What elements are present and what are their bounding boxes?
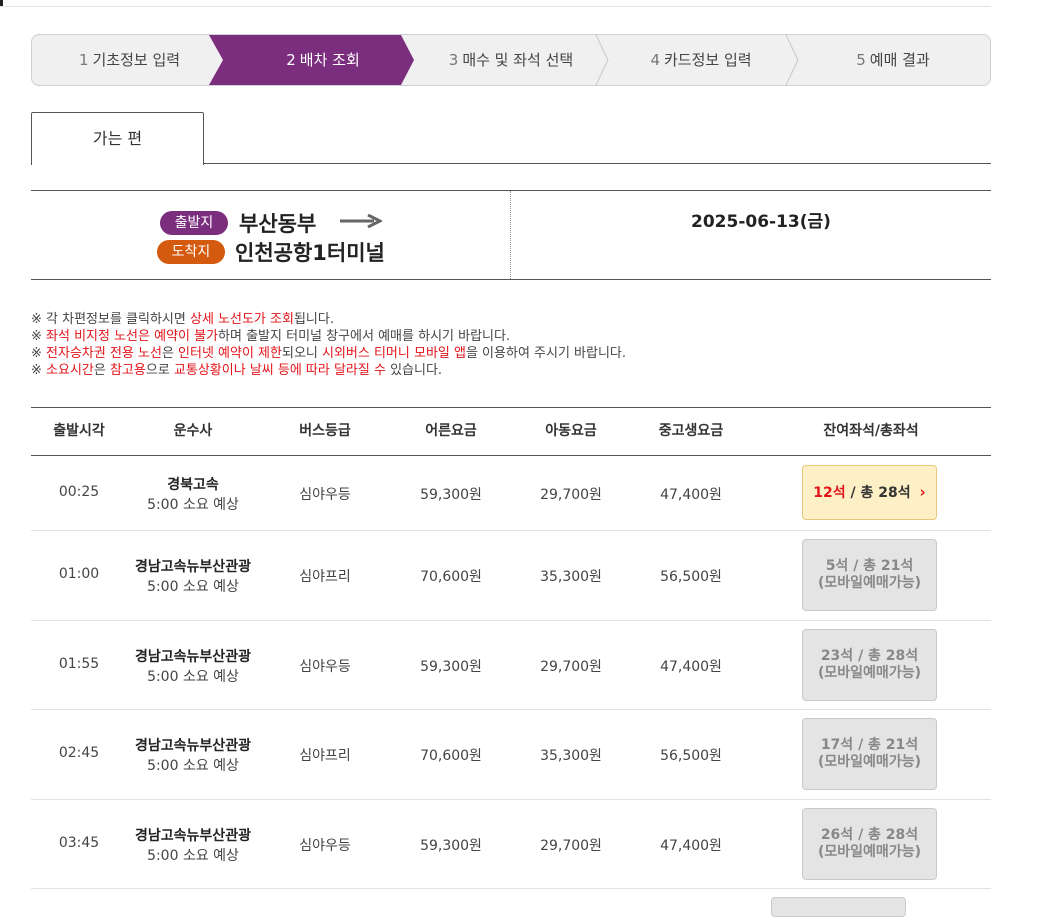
- company-name: 경남고속뉴부산관광: [135, 559, 251, 575]
- total-seats: / 총 28석: [858, 647, 919, 664]
- notice-line: ※ 소요시간은 참고용으로 교통상황이나 날씨 등에 따라 달라질 수 있습니다…: [31, 363, 443, 378]
- student-fare: 56,500원: [660, 569, 722, 585]
- step-5: 5 예매 결과: [856, 51, 930, 69]
- adult-fare: 70,600원: [420, 748, 482, 764]
- bus-grade: 심야우등: [299, 658, 351, 675]
- mobile-booking-note: (모바일예매가능): [818, 754, 921, 770]
- departure-time: 01:55: [58, 655, 100, 672]
- student-fare: 47,400원: [660, 658, 722, 675]
- step-2: 2 배차 조회: [286, 51, 360, 69]
- company-name: 경북고속: [167, 476, 219, 493]
- child-fare: 35,300원: [540, 748, 602, 764]
- remaining-seats: 17석: [820, 737, 854, 753]
- departure-time: 03:45: [58, 834, 100, 851]
- remaining-seats: 12석: [813, 484, 846, 501]
- departure-time: 01:00: [58, 566, 100, 582]
- child-fare: 29,700원: [540, 486, 602, 503]
- step-4: 4 카드정보 입력: [650, 51, 752, 69]
- total-seats: / 총 28석: [858, 826, 919, 843]
- child-fare: 35,300원: [540, 569, 602, 585]
- th-student-fare: 중고생요금: [658, 423, 724, 439]
- table-row[interactable]: 00:25 경북고속 5:00 소요 예상 심야우등 59,300원 29,700원 47,…: [31, 455, 991, 531]
- remaining-seats: 23석: [820, 647, 854, 664]
- chevron-right-icon: ›: [919, 482, 926, 501]
- travel-duration: 5:00 소요 예상: [147, 496, 239, 513]
- notice-line: ※ 전자승차권 전용 노선은 인터넷 예약이 제한되오니 시외버스 티머니 모바…: [31, 346, 627, 361]
- arrival-place: 인천공항1터미널: [235, 241, 385, 265]
- seat-availability-button[interactable]: 26석 / 총 28석 (모바일예매가능): [802, 807, 937, 880]
- tab-outbound[interactable]: 가는 편: [31, 112, 204, 165]
- seat-availability-button[interactable]: 23석 / 총 28석 (모바일예매가능): [802, 628, 937, 701]
- company-name: 경남고속뉴부산관광: [135, 827, 251, 844]
- table-row[interactable]: 01:55 경남고속뉴부산관광 5:00 소요 예상 심야우등 59,300원 29,70…: [31, 620, 991, 710]
- notice-line: ※ 각 차편정보를 클릭하시면 상세 노선도가 조회됩니다.: [31, 312, 334, 327]
- step-1: 1 기초정보 입력: [78, 51, 181, 69]
- mobile-booking-note: (모바일예매가능): [818, 843, 921, 860]
- mobile-booking-note: (모바일예매가능): [818, 664, 921, 681]
- th-adult-fare: 어른요금: [425, 423, 477, 439]
- step-indicator: 1 기초정보 입력 2 배차 조회 3 매수 및 좌석 선택 4 카드정보 입력 5 예매…: [31, 34, 991, 86]
- departure-place: 부산동부: [239, 212, 317, 236]
- adult-fare: 59,300원: [420, 837, 482, 854]
- adult-fare: 59,300원: [420, 658, 482, 675]
- th-child-fare: 아동요금: [545, 423, 597, 439]
- departure-date: 2025-06-13(금): [691, 212, 831, 232]
- table-row[interactable]: 01:00 경남고속뉴부산관광 5:00 소요 예상 심야프리 70,600원 35,30…: [31, 530, 991, 621]
- bus-grade: 심야우등: [299, 837, 351, 854]
- step-3: 3 매수 및 좌석 선택: [448, 51, 574, 69]
- departure-time: 00:25: [58, 483, 100, 500]
- travel-duration: 5:00 소요 예상: [147, 579, 239, 595]
- notice-list: ※ 각 차편정보를 클릭하시면 상세 노선도가 조회됩니다. ※ 좌석 비지정 노…: [31, 311, 626, 379]
- arrow-right-icon: [340, 214, 382, 228]
- seat-button-partial[interactable]: [771, 897, 906, 917]
- table-header: 출발시각 운수사 버스등급 어른요금 아동요금 중고생요금 잔여좌석/총좌석: [31, 407, 991, 456]
- mobile-booking-note: (모바일예매가능): [818, 575, 921, 591]
- arrival-badge: 도착지: [157, 240, 225, 264]
- child-fare: 29,700원: [540, 658, 602, 675]
- adult-fare: 70,600원: [420, 569, 482, 585]
- route-summary: 출발지 부산동부 도착지 인천공항1터미널 2025-06-13(금): [31, 190, 991, 280]
- total-seats: / 총 21석: [853, 558, 914, 574]
- tab-underline: [203, 163, 991, 164]
- table-row[interactable]: 02:45 경남고속뉴부산관광 5:00 소요 예상 심야프리 70,600원 35,30…: [31, 709, 991, 800]
- total-seats: / 총 28석: [850, 484, 911, 501]
- bus-grade: 심야프리: [299, 748, 351, 764]
- student-fare: 56,500원: [660, 748, 722, 764]
- departure-time: 02:45: [58, 745, 100, 761]
- seat-availability-button[interactable]: 12석 / 총 28석 ›: [802, 464, 937, 520]
- total-seats: / 총 21석: [858, 737, 919, 753]
- th-company: 운수사: [173, 423, 213, 439]
- company-name: 경남고속뉴부산관광: [135, 648, 251, 665]
- route-divider: [510, 191, 511, 279]
- child-fare: 29,700원: [540, 837, 602, 854]
- travel-duration: 5:00 소요 예상: [147, 847, 239, 864]
- th-seats: 잔여좌석/총좌석: [823, 423, 919, 439]
- travel-duration: 5:00 소요 예상: [147, 758, 239, 774]
- top-divider: [0, 6, 991, 7]
- adult-fare: 59,300원: [420, 486, 482, 503]
- student-fare: 47,400원: [660, 837, 722, 854]
- remaining-seats: 26석: [820, 826, 854, 843]
- company-name: 경남고속뉴부산관광: [135, 738, 251, 754]
- bus-grade: 심야우등: [299, 486, 351, 503]
- seat-availability-button[interactable]: 17석 / 총 21석 (모바일예매가능): [802, 718, 937, 790]
- travel-duration: 5:00 소요 예상: [147, 668, 239, 685]
- notice-line: ※ 좌석 비지정 노선은 예약이 불가하며 출발지 터미널 창구에서 예매를 하…: [31, 329, 511, 344]
- table-row[interactable]: 03:45 경남고속뉴부산관광 5:00 소요 예상 심야우등 59,300원 29,70…: [31, 799, 991, 889]
- th-grade: 버스등급: [299, 423, 351, 439]
- remaining-seats: 5석: [825, 558, 849, 574]
- departure-badge: 출발지: [160, 211, 228, 235]
- student-fare: 47,400원: [660, 486, 722, 503]
- seat-availability-button[interactable]: 5석 / 총 21석 (모바일예매가능): [802, 539, 937, 611]
- th-departure-time: 출발시각: [53, 423, 105, 439]
- bus-grade: 심야프리: [299, 569, 351, 585]
